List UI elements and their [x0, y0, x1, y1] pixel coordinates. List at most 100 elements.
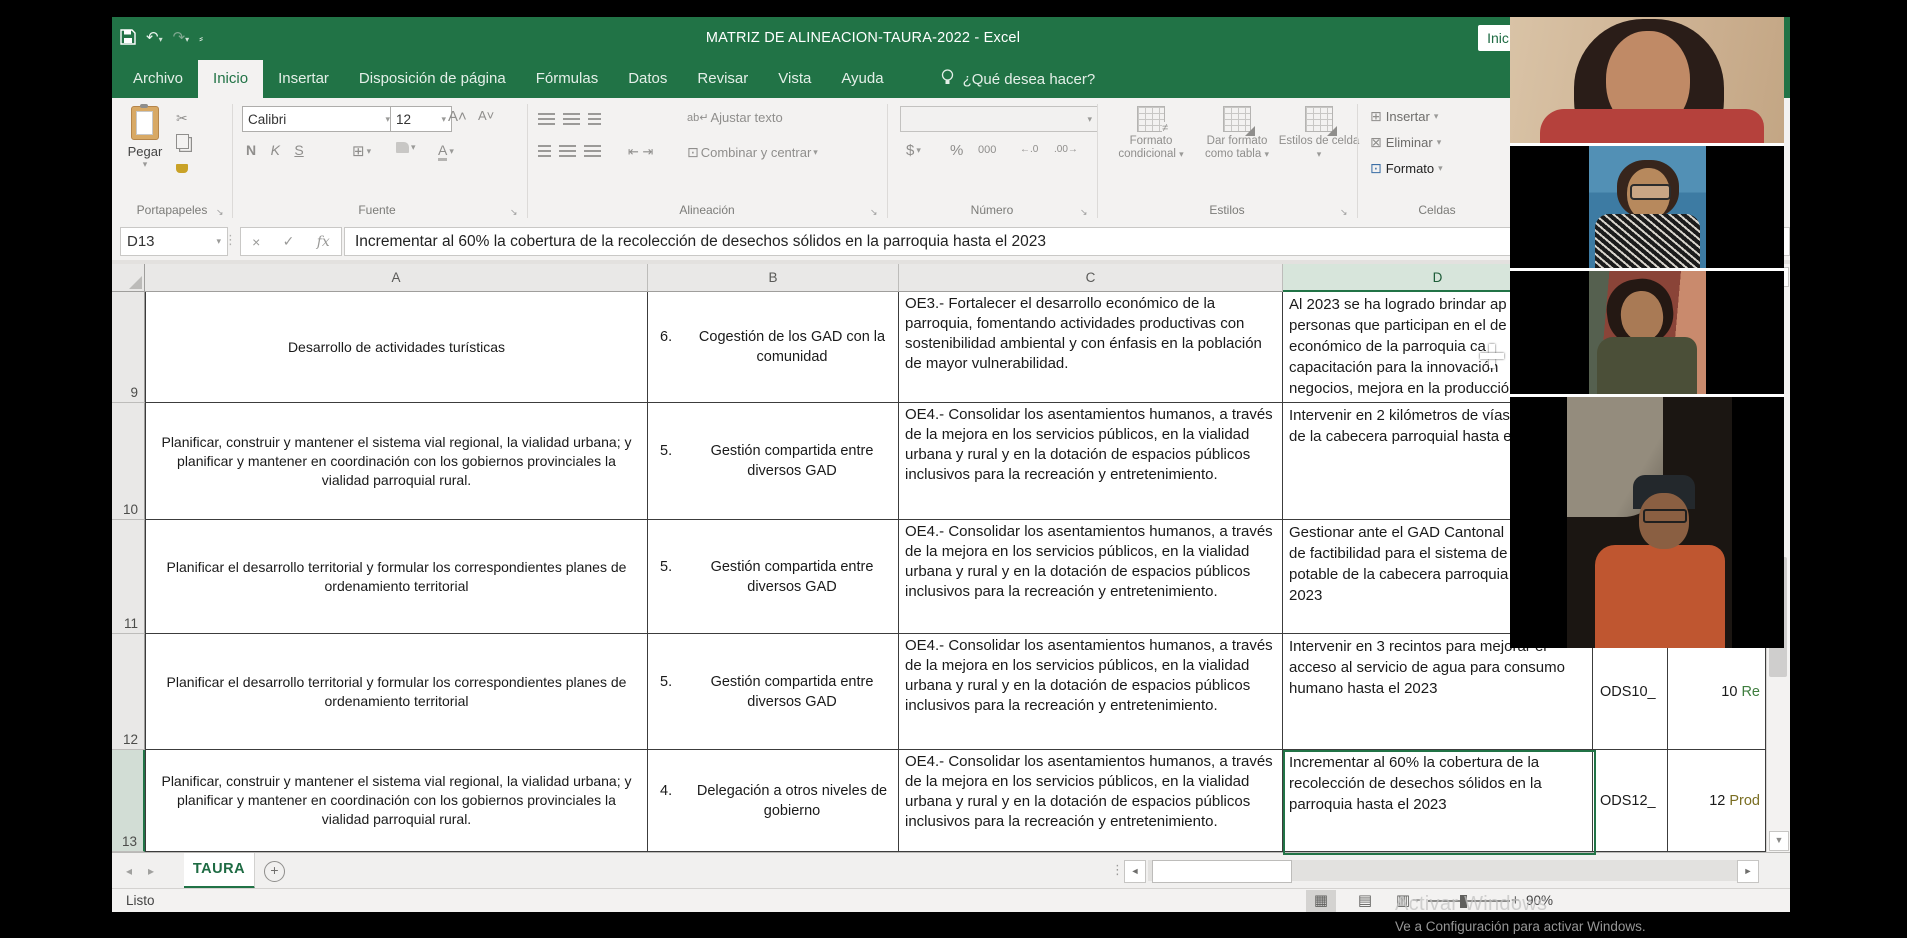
cell-styles-icon	[1305, 106, 1333, 132]
participant-video-3[interactable]	[1510, 271, 1784, 394]
cut-button[interactable]: ✂	[176, 110, 188, 127]
sheet-nav-left-icon[interactable]: ◂	[126, 864, 132, 878]
cell-b12[interactable]: 5.Gestión compartida entre diversos GAD	[648, 634, 899, 750]
row-header-10[interactable]: 10	[112, 403, 145, 520]
column-header-a[interactable]: A	[145, 264, 648, 292]
delete-cells-button[interactable]: ⊠ Eliminar▾	[1370, 134, 1441, 151]
row-header-9[interactable]: 9	[112, 292, 145, 403]
participant-2	[1589, 146, 1706, 268]
scrollbar-resize-handle[interactable]: ⋮	[1111, 862, 1124, 878]
vertical-align-buttons[interactable]	[538, 112, 609, 130]
sheet-nav-right-icon[interactable]: ▸	[148, 864, 154, 878]
cell-a9[interactable]: Desarrollo de actividades turísticas	[145, 292, 648, 403]
cell-e13[interactable]: ODS12_	[1593, 750, 1668, 852]
percent-button[interactable]: %	[950, 142, 963, 159]
decrease-decimal-button[interactable]: .00→	[1054, 144, 1078, 155]
cell-d12[interactable]: Intervenir en 3 recintos para mejorar el…	[1283, 634, 1593, 750]
select-all-corner[interactable]	[112, 264, 145, 292]
cell-styles-button[interactable]: Estilos de celda ▾	[1277, 106, 1361, 161]
horizontal-scroll-thumb[interactable]	[1152, 860, 1292, 883]
scroll-left-button[interactable]: ◄	[1124, 860, 1146, 883]
format-as-table-button[interactable]: Dar formato como tabla ▾	[1195, 106, 1279, 161]
cell-a11[interactable]: Planificar el desarrollo territorial y f…	[145, 520, 648, 634]
new-sheet-button[interactable]: +	[264, 861, 285, 882]
row-header-12[interactable]: 12	[112, 634, 145, 750]
shrink-font-button[interactable]: A˅	[478, 108, 494, 123]
cell-f13[interactable]: 12 Prod	[1668, 750, 1766, 852]
column-header-c[interactable]: C	[899, 264, 1283, 292]
page-layout-view-button[interactable]: ▤	[1350, 890, 1380, 912]
normal-view-button[interactable]: ▦	[1306, 890, 1336, 912]
row-header-13[interactable]: 13	[112, 750, 145, 852]
cell-c13[interactable]: OE4.- Consolidar los asentamientos human…	[899, 750, 1283, 852]
tab-inicio[interactable]: Inicio	[198, 60, 263, 98]
tab-revisar[interactable]: Revisar	[682, 60, 763, 98]
copy-button[interactable]	[176, 134, 189, 154]
cell-c10[interactable]: OE4.- Consolidar los asentamientos human…	[899, 403, 1283, 520]
participant-3	[1589, 271, 1706, 394]
tab-formulas[interactable]: Fórmulas	[521, 60, 614, 98]
tab-insertar[interactable]: Insertar	[263, 60, 344, 98]
cell-b11[interactable]: 5.Gestión compartida entre diversos GAD	[648, 520, 899, 634]
format-cells-button[interactable]: ⊡ Formato▾	[1370, 160, 1443, 177]
format-painter-button[interactable]	[176, 160, 188, 178]
cancel-button[interactable]: ×	[252, 234, 260, 250]
formula-bar-handle[interactable]: ⋮	[224, 232, 237, 248]
increase-decimal-button[interactable]: ←.0	[1020, 144, 1038, 155]
currency-button[interactable]: $▾	[906, 142, 921, 159]
cell-a10[interactable]: Planificar, construir y mantener el sist…	[145, 403, 648, 520]
participant-video-2[interactable]	[1510, 146, 1784, 268]
cell-a12[interactable]: Planificar el desarrollo territorial y f…	[145, 634, 648, 750]
cell-c12[interactable]: OE4.- Consolidar los asentamientos human…	[899, 634, 1283, 750]
cell-c9[interactable]: OE3.- Fortalecer el desarrollo económico…	[899, 292, 1283, 403]
group-label-cells: Celdas	[1357, 203, 1517, 217]
font-color-button[interactable]: A▾	[438, 142, 454, 161]
name-box[interactable]: D13▾	[120, 227, 228, 256]
paste-button[interactable]: Pegar ▾	[122, 104, 168, 190]
cell-e12[interactable]: ODS10_	[1593, 634, 1668, 750]
enter-button[interactable]: ✓	[283, 233, 295, 250]
merge-center-button[interactable]: ⊡ Combinar y centrar ▾	[687, 144, 818, 161]
insert-function-button[interactable]: fx	[317, 234, 330, 250]
grow-font-button[interactable]: A˄	[448, 108, 467, 125]
cell-f12[interactable]: 10 Re	[1668, 634, 1766, 750]
conditional-formatting-button[interactable]: ≠ Formato condicional ▾	[1109, 106, 1193, 161]
cell-a13[interactable]: Planificar, construir y mantener el sist…	[145, 750, 648, 852]
underline-button[interactable]: S	[294, 142, 303, 158]
scroll-right-button[interactable]: ►	[1737, 860, 1759, 883]
row-header-11[interactable]: 11	[112, 520, 145, 634]
horizontal-align-buttons[interactable]	[538, 144, 609, 162]
font-size-combobox[interactable]: 12▾	[390, 106, 452, 132]
tab-vista[interactable]: Vista	[763, 60, 826, 98]
thousands-button[interactable]: 000	[978, 144, 996, 156]
tell-me-search[interactable]: ¿Qué desea hacer?	[941, 60, 1096, 98]
fill-color-button[interactable]: ▾	[396, 142, 416, 153]
format-cells-icon: ⊡	[1370, 160, 1382, 177]
bold-button[interactable]: N	[246, 142, 256, 158]
cell-b9[interactable]: 6.Cogestión de los GAD con la comunidad	[648, 292, 899, 403]
tab-ayuda[interactable]: Ayuda	[826, 60, 898, 98]
tab-datos[interactable]: Datos	[613, 60, 682, 98]
cell-b13[interactable]: 4.Delegación a otros niveles de gobierno	[648, 750, 899, 852]
participant-video-4[interactable]	[1510, 397, 1784, 648]
cell-c11[interactable]: OE4.- Consolidar los asentamientos human…	[899, 520, 1283, 634]
indent-buttons[interactable]: ⇤ ⇥	[628, 144, 653, 160]
italic-button[interactable]: K	[271, 142, 280, 158]
insert-cells-button[interactable]: ⊞ Insertar▾	[1370, 108, 1438, 125]
participant-4	[1567, 397, 1732, 648]
borders-button[interactable]: ⊞▾	[352, 142, 371, 160]
cell-b10[interactable]: 5.Gestión compartida entre diversos GAD	[648, 403, 899, 520]
group-label-number: Número	[887, 203, 1097, 217]
scroll-down-button[interactable]: ▼	[1769, 831, 1789, 851]
delete-cells-icon: ⊠	[1370, 134, 1382, 151]
participant-video-1[interactable]	[1510, 17, 1784, 143]
sheet-tab-taura[interactable]: TAURA	[184, 853, 255, 889]
tab-archivo[interactable]: Archivo	[118, 60, 198, 98]
tab-disposicion[interactable]: Disposición de página	[344, 60, 521, 98]
font-name-combobox[interactable]: Calibri▾	[242, 106, 396, 132]
cell-d13-selected[interactable]: Incrementar al 60% la cobertura de larec…	[1283, 750, 1593, 852]
wrap-text-button[interactable]: ab↵ Ajustar texto	[687, 110, 783, 125]
number-format-dropdown[interactable]: ▾	[900, 106, 1098, 132]
font-style-buttons: N K S	[246, 142, 314, 160]
column-header-b[interactable]: B	[648, 264, 899, 292]
